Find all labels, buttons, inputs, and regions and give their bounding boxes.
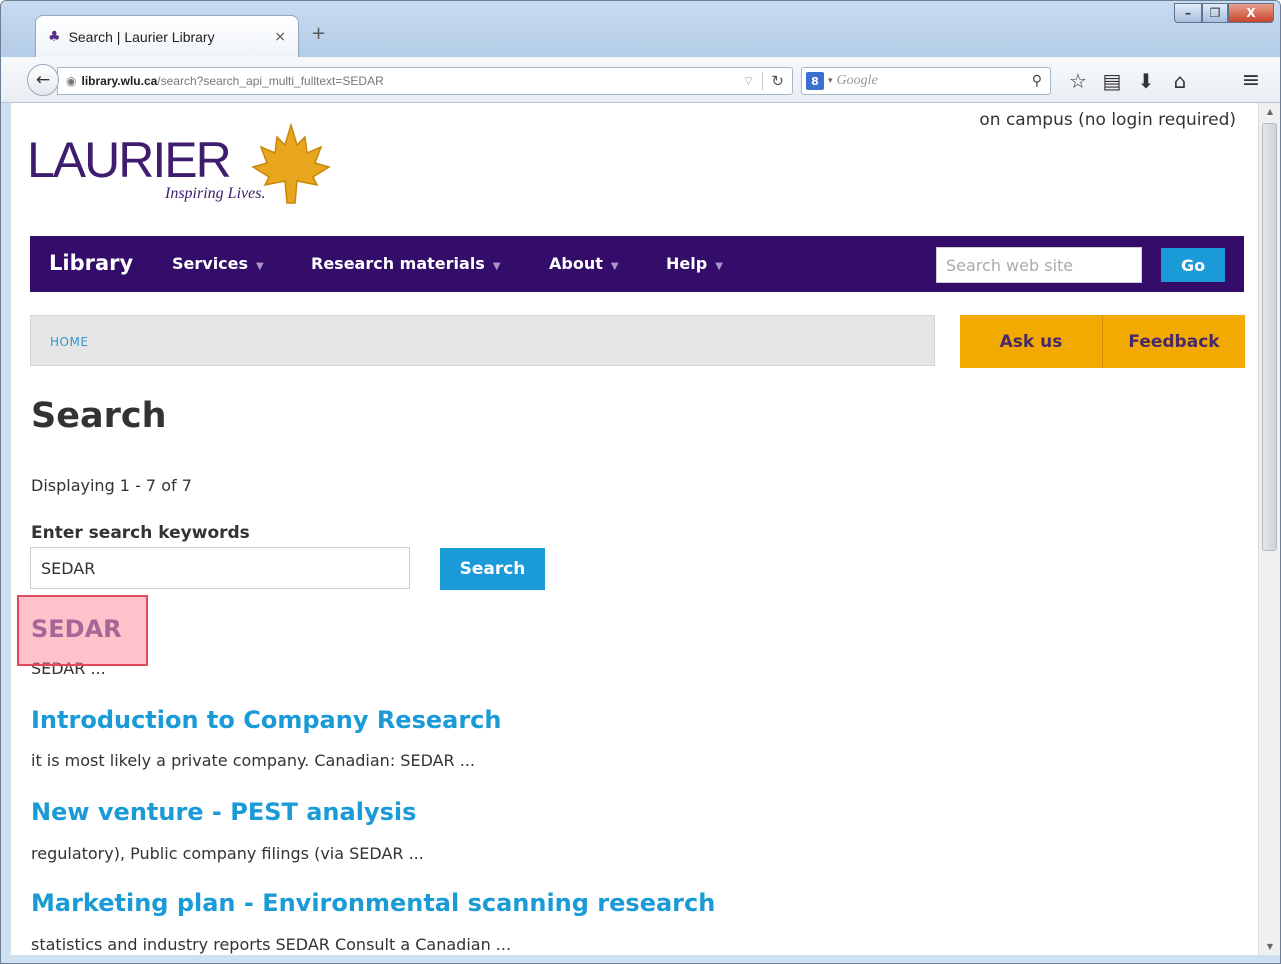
reload-icon[interactable]: ↻ <box>762 72 792 90</box>
window-controls: – ❐ X <box>1174 3 1274 23</box>
result-snippet: it is most likely a private company. Can… <box>31 751 476 770</box>
magnifier-icon[interactable]: ⚲ <box>1032 73 1042 89</box>
bookmark-star-icon[interactable]: ☆ <box>1061 69 1095 93</box>
url-host: library.wlu.ca <box>81 74 158 88</box>
browser-toolbar: ◉ library.wlu.ca/search?search_api_multi… <box>1 57 1280 103</box>
nav-brand-library[interactable]: Library <box>49 251 133 275</box>
caret-down-icon: ▼ <box>715 261 723 272</box>
tab-close-icon[interactable]: × <box>274 29 286 45</box>
laurier-logo[interactable]: LAURIER Inspiring Lives. <box>27 122 347 221</box>
caret-down-icon: ▼ <box>610 261 619 272</box>
feedback-button[interactable]: Feedback <box>1103 315 1245 368</box>
page-title: Search <box>31 396 167 436</box>
ask-us-button[interactable]: Ask us <box>960 315 1103 368</box>
browser-window: ♣ Search | Laurier Library × + – ❐ X ◉ l… <box>0 0 1281 964</box>
hamburger-menu-icon[interactable]: ≡ <box>1237 69 1265 93</box>
close-window-button[interactable]: X <box>1228 3 1274 23</box>
click-highlight-box <box>17 595 148 666</box>
keywords-label: Enter search keywords <box>31 523 250 543</box>
scrollbar-thumb[interactable] <box>1262 123 1277 551</box>
nav-item-services[interactable]: Services ▼ <box>172 254 264 273</box>
tab-strip: ♣ Search | Laurier Library × + – ❐ X <box>1 1 1280 57</box>
address-bar[interactable]: ◉ library.wlu.ca/search?search_api_multi… <box>57 67 793 95</box>
url-dropdown-icon[interactable]: ▽ <box>745 76 753 87</box>
scroll-up-arrow-icon[interactable]: ▲ <box>1259 107 1280 116</box>
page-scrollbar[interactable]: ▲ ▼ <box>1258 103 1280 955</box>
maximize-button[interactable]: ❐ <box>1202 3 1228 23</box>
engine-dropdown-icon[interactable]: ▾ <box>828 76 833 86</box>
site-search-input[interactable] <box>936 247 1142 283</box>
result-snippet: statistics and industry reports SEDAR Co… <box>31 935 512 954</box>
result-title-link[interactable]: Marketing plan - Environmental scanning … <box>31 889 715 917</box>
browser-search-box[interactable]: 8 ▾ Google ⚲ <box>801 67 1051 95</box>
nav-item-label: Services <box>172 254 249 273</box>
nav-item-label: Research materials <box>311 254 485 273</box>
nav-item-research-materials[interactable]: Research materials ▼ <box>311 254 501 273</box>
back-button[interactable]: ← <box>27 64 59 96</box>
nav-item-about[interactable]: About ▼ <box>549 254 619 273</box>
download-icon[interactable]: ⬇ <box>1129 69 1163 93</box>
minimize-button[interactable]: – <box>1174 3 1202 23</box>
url-text[interactable]: library.wlu.ca/search?search_api_multi_f… <box>81 74 744 88</box>
result-count: Displaying 1 - 7 of 7 <box>31 476 192 495</box>
breadcrumb-home-link[interactable]: HOME <box>50 335 88 349</box>
scroll-down-arrow-icon[interactable]: ▼ <box>1259 942 1280 951</box>
result-title-link[interactable]: Introduction to Company Research <box>31 706 501 734</box>
breadcrumb: HOME <box>30 315 935 366</box>
result-title-link[interactable]: New venture - PEST analysis <box>31 798 416 826</box>
toolbar-icons: ☆ ▤ ⬇ ⌂ <box>1061 69 1197 93</box>
caret-down-icon: ▼ <box>256 261 264 272</box>
campus-status: on campus (no login required) <box>979 110 1236 130</box>
keywords-input[interactable] <box>30 547 410 589</box>
logo-wordmark: LAURIER <box>27 132 232 188</box>
nav-item-help[interactable]: Help ▼ <box>666 254 723 273</box>
result-snippet: regulatory), Public company filings (via… <box>31 844 424 863</box>
reading-list-icon[interactable]: ▤ <box>1095 69 1129 93</box>
site-main-nav: Library Services ▼ Research materials ▼ Ab… <box>30 236 1244 292</box>
home-icon[interactable]: ⌂ <box>1163 69 1197 93</box>
browser-search-placeholder: Google <box>836 73 878 88</box>
nav-item-label: About <box>549 254 603 273</box>
browser-tab[interactable]: ♣ Search | Laurier Library × <box>35 15 299 57</box>
tab-title: Search | Laurier Library <box>68 28 215 45</box>
search-button[interactable]: Search <box>440 548 545 590</box>
globe-icon: ◉ <box>66 74 77 88</box>
back-arrow-icon: ← <box>35 70 51 90</box>
url-path: /search?search_api_multi_fulltext=SEDAR <box>157 74 384 88</box>
nav-item-label: Help <box>666 254 708 273</box>
page-viewport: on campus (no login required) LAURIER In… <box>11 103 1258 955</box>
maple-leaf-favicon-icon: ♣ <box>48 28 61 45</box>
maple-leaf-icon <box>251 122 331 204</box>
caret-down-icon: ▼ <box>492 261 501 272</box>
new-tab-icon[interactable]: + <box>311 23 326 44</box>
google-engine-icon[interactable]: 8 <box>806 72 824 90</box>
site-search-go-button[interactable]: Go <box>1161 248 1225 282</box>
